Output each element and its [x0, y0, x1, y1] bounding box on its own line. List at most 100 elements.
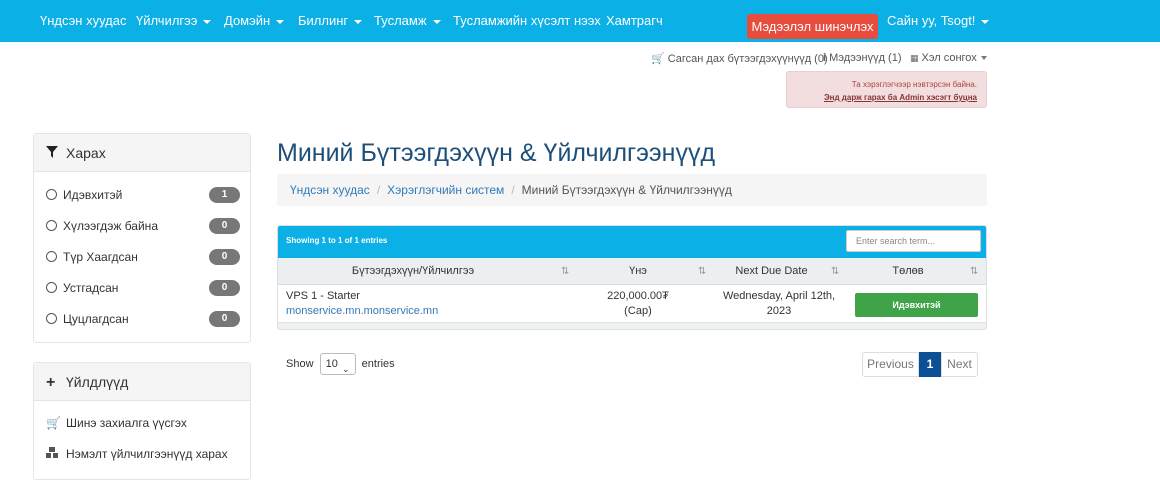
breadcrumb: Үндсэн хуудас / Хэрэглэгчийн систем / Миний … [277, 174, 987, 206]
nav-affiliates-label: Хамтрагч [606, 13, 663, 28]
return-to-admin-link[interactable]: Энд дарж гарах ба Admin хэсэгт буцна [787, 91, 977, 104]
filter-label: Хүлээгдэж байна [63, 219, 158, 233]
caret-down-icon [981, 19, 990, 24]
nav-billing-label: Биллинг [298, 13, 349, 28]
plus-icon: + [46, 374, 56, 391]
admin-alert-text: Та хэрэглэгчээр нэвтэрсэн байна. [851, 80, 977, 89]
count-badge: 0 [209, 249, 240, 265]
filter-icon [46, 134, 60, 172]
breadcrumb-home[interactable]: Үндсэн хуудас [290, 183, 370, 197]
nav-domains[interactable]: Домэйн [224, 0, 285, 42]
table-row[interactable]: VPS 1 - Starter monservice.mn.monservice… [278, 285, 986, 323]
column-header-due-date[interactable]: Next Due Date [714, 258, 829, 285]
filter-terminated[interactable]: Устгадсан 0 [46, 278, 240, 298]
breadcrumb-separator: / [376, 183, 381, 197]
cart-label: Сагсан дах бүтээгдэхүүнүүд (0) [667, 53, 828, 65]
filter-label: Устгадсан [63, 281, 119, 295]
actions-panel-header: + Үйлдлүүд [34, 363, 250, 401]
sort-icon: ⇅ [831, 266, 840, 277]
page-1-button[interactable]: 1 [919, 352, 941, 377]
language-selector[interactable]: ▦ Хэл сонгох [910, 52, 987, 64]
entries-length: Show 10 ⌄ entries [286, 352, 395, 376]
filter-label: Цуцлагдсан [63, 312, 129, 326]
filter-panel: Харах Идэвхитэй 1 Хүлээгдэж байна 0 Түр Ха… [33, 133, 251, 343]
services-table: Showing 1 to 1 of 1 entries Бүтээгдэхүүн… [277, 225, 987, 330]
table-info: Showing 1 to 1 of 1 entries [286, 236, 388, 245]
nav-domains-label: Домэйн [224, 13, 271, 28]
caret-down-icon [980, 56, 987, 61]
notifications-label: Мэдээнүүд (1) [829, 52, 902, 64]
cart-icon: 🛒 [46, 416, 61, 430]
count-badge: 0 [209, 218, 240, 234]
sort-icon: ⇅ [970, 266, 979, 277]
caret-down-icon [354, 19, 363, 24]
filter-label: Түр Хаагдсан [63, 250, 138, 264]
breadcrumb-client-area[interactable]: Хэрэглэгчийн систем [387, 183, 504, 197]
action-label: Шинэ захиалга үүсгэх [66, 416, 187, 430]
top-navbar: Үндсэн хуудас Үйлчилгээ Домэйн Биллинг Т… [0, 0, 1160, 42]
nav-home-label: Үндсэн хуудас [40, 13, 127, 28]
language-label: Хэл сонгох [921, 52, 977, 64]
nav-affiliates[interactable]: Хамтрагч [606, 0, 663, 42]
language-icon: ▦ [910, 53, 919, 63]
notifications-link[interactable]: i Мэдээнүүд (1) [823, 52, 901, 64]
caret-down-icon [203, 19, 212, 24]
count-badge: 0 [209, 311, 240, 327]
next-page-button[interactable]: Next [941, 352, 978, 377]
billing-cycle: (Сар) [624, 305, 652, 317]
nav-billing[interactable]: Биллинг [298, 0, 363, 42]
table-toolbar: Showing 1 to 1 of 1 entries [278, 226, 986, 258]
nav-open-ticket[interactable]: Тусламжийн хүсэлт нээх [453, 0, 601, 42]
radio-icon [46, 220, 57, 231]
nav-support[interactable]: Тусламж [374, 0, 441, 42]
nav-support-label: Тусламж [374, 13, 427, 28]
count-badge: 0 [209, 280, 240, 296]
previous-page-button[interactable]: Previous [862, 352, 919, 377]
admin-alert: Та хэрэглэгчээр нэвтэрсэн байна. Энд дар… [786, 71, 987, 108]
show-label: Show [286, 358, 314, 370]
product-price: 220,000.00₮ [607, 290, 669, 302]
actions-panel: + Үйлдлүүд 🛒 Шинэ захиалга үүсгэх Нэмэлт ү… [33, 362, 251, 480]
cubes-icon [46, 447, 60, 461]
filter-panel-header: Харах [34, 134, 250, 172]
table-header: Бүтээгдэхүүн/Үйлчилгээ ⇅ Үнэ ⇅ Next Due … [278, 258, 986, 285]
info-icon: i [823, 52, 827, 64]
action-label: Нэмэлт үйлчилгээнүүд харах [66, 447, 228, 461]
cart-icon: 🛒 [651, 53, 665, 65]
nav-home[interactable]: Үндсэн хуудас [40, 0, 126, 42]
nav-services[interactable]: Үйлчилгээ [136, 0, 212, 42]
table-search-input[interactable] [846, 230, 981, 252]
filter-active[interactable]: Идэвхитэй 1 [46, 185, 240, 205]
filter-suspended[interactable]: Түр Хаагдсан 0 [46, 247, 240, 267]
radio-icon [46, 251, 57, 262]
nav-services-label: Үйлчилгээ [136, 13, 198, 28]
account-menu[interactable]: Сайн уу, Tsogt! [887, 0, 990, 42]
chevron-down-icon: ⌄ [342, 364, 350, 375]
product-domain[interactable]: monservice.mn.monservice.mn [286, 304, 438, 319]
entries-select[interactable]: 10 ⌄ [319, 353, 356, 376]
filter-title: Харах [66, 145, 106, 161]
radio-icon [46, 313, 57, 324]
addons-link[interactable]: Нэмэлт үйлчилгээнүүд харах [46, 447, 228, 461]
caret-down-icon [276, 19, 285, 24]
entries-select-value: 10 [325, 358, 338, 371]
update-info-button[interactable]: Мэдээлэл шинэчлэх [747, 14, 878, 39]
new-order-link[interactable]: 🛒 Шинэ захиалга үүсгэх [46, 416, 187, 430]
breadcrumb-current: Миний Бүтээгдэхүүн & Үйлчилгээнүүд [521, 183, 732, 197]
greeting-label: Сайн уу, Tsogt! [887, 13, 976, 28]
due-date-year: 2023 [766, 305, 792, 317]
status-badge: Идэвхитэй [855, 293, 978, 317]
due-date: Wednesday, April 12th, [722, 290, 836, 302]
cart-link[interactable]: 🛒 Сагсан дах бүтээгдэхүүнүүд (0) [651, 52, 828, 65]
radio-icon [46, 282, 57, 293]
column-header-price[interactable]: Үнэ [578, 258, 698, 285]
filter-pending[interactable]: Хүлээгдэж байна 0 [46, 216, 240, 236]
column-header-status[interactable]: Төлөв [848, 258, 968, 285]
breadcrumb-separator: / [511, 183, 515, 197]
count-badge: 1 [209, 187, 240, 203]
entries-label: entries [361, 358, 395, 370]
product-name: VPS 1 - Starter [286, 290, 360, 302]
caret-down-icon [432, 19, 441, 24]
column-header-product[interactable]: Бүтээгдэхүүн/Үйлчилгээ [278, 258, 548, 285]
filter-cancelled[interactable]: Цуцлагдсан 0 [46, 309, 240, 329]
